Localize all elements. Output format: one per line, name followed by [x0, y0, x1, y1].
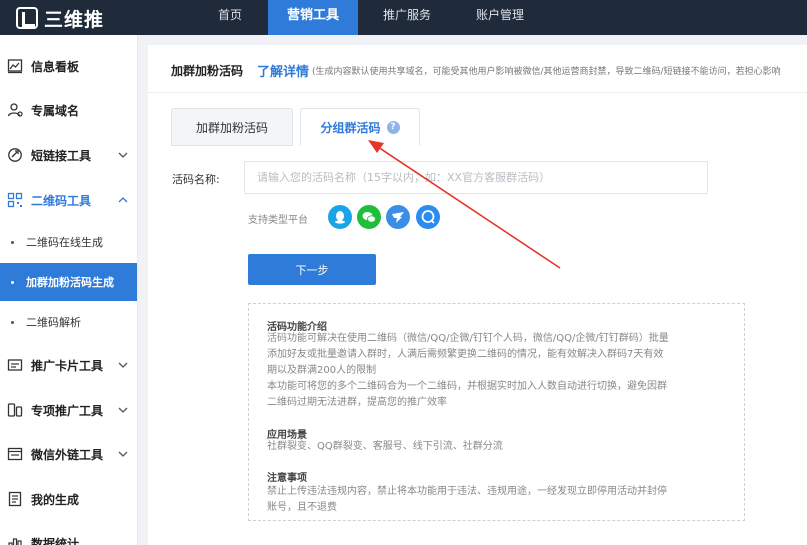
dashboard-icon	[7, 59, 23, 74]
chevron-down-icon	[118, 407, 128, 413]
main-panel: 加群加粉活码 了解详情 (生成内容默认使用共享域名，可能受其他用户影响被微信/其…	[148, 45, 807, 545]
intro-text: 活码功能可解决在使用二维码（微信/QQ/企微/钉钉个人码，微信/QQ/企微/钉钉…	[267, 333, 669, 344]
next-step-button[interactable]: 下一步	[248, 254, 376, 285]
sidebar-sub-live-code[interactable]: 加群加粉活码生成	[0, 263, 137, 301]
qrcode-icon	[7, 192, 23, 208]
sidebar-sub-label: 加群加粉活码生成	[26, 276, 114, 289]
sidebar-item-label: 短链接工具	[31, 148, 92, 163]
sidebar-item-label: 微信外链工具	[31, 447, 104, 462]
panel-header: 加群加粉活码 了解详情 (生成内容默认使用共享域名，可能受其他用户影响被微信/其…	[148, 45, 807, 93]
sidebar-item-label: 数据统计	[31, 536, 80, 545]
list-icon	[8, 491, 22, 507]
sidebar-item-wechat-link[interactable]: 微信外链工具	[0, 434, 137, 474]
notice-section-title: 注意事项	[267, 473, 307, 484]
nav-account[interactable]: 账户管理	[454, 0, 546, 35]
nav-marketing-tools[interactable]: 营销工具	[268, 0, 358, 35]
intro-text: 添加好友或批量邀请入群时，人满后需频繁更换二维码的情况，能有效解决入群码7天有效	[267, 349, 664, 360]
page-title: 加群加粉活码	[171, 64, 244, 78]
intro-text: 本功能可将您的多个二维码合为一个二维码，并根据实时加入人数自动进行切换，避免因群	[267, 381, 667, 392]
chevron-up-icon	[118, 197, 128, 203]
intro-box: 活码功能介绍 活码功能可解决在使用二维码（微信/QQ/企微/钉钉个人码，微信/Q…	[248, 303, 745, 521]
sidebar-sub-label: 二维码解析	[26, 316, 81, 329]
chart-icon	[8, 538, 22, 545]
wechat-icon	[357, 205, 381, 229]
sidebar-item-label: 推广卡片工具	[31, 358, 104, 373]
live-code-name-input[interactable]	[244, 161, 708, 194]
tab-group-live-code[interactable]: 分组群活码 ?	[300, 108, 420, 146]
card-icon	[7, 359, 23, 371]
user-icon	[7, 103, 23, 117]
enterprise-wechat-icon	[416, 205, 440, 229]
bullet-dot	[11, 240, 14, 244]
sidebar-item-dashboard[interactable]: 信息看板	[0, 46, 137, 86]
sidebar-item-label: 我的生成	[31, 492, 80, 507]
notice-text: 禁止上传违法违规内容，禁止将本功能用于违法、违规用途，一经发现立即停用活动并封停	[267, 486, 667, 497]
phone-icon	[7, 403, 23, 417]
tab-label: 分组群活码	[320, 120, 381, 135]
help-icon[interactable]: ?	[386, 120, 400, 134]
qq-icon	[328, 205, 352, 229]
sidebar-item-qrcode[interactable]: 二维码工具	[0, 180, 137, 220]
sidebar-item-label: 专属域名	[31, 103, 80, 118]
name-field-label: 活码名称:	[172, 173, 220, 186]
intro-text: 期以及群满200人的限制	[267, 365, 377, 376]
sidebar-sub-qrcode-online[interactable]: 二维码在线生成	[0, 223, 137, 261]
dingtalk-icon	[386, 205, 410, 229]
bullet-dot	[11, 280, 14, 284]
top-bar: 三维推 首页 营销工具 推广服务 账户管理	[0, 0, 807, 35]
wechat-link-icon	[7, 447, 23, 461]
sidebar-item-promo-card[interactable]: 推广卡片工具	[0, 345, 137, 385]
intro-text: 二维码过期无法进群，提高您的推广效率	[267, 397, 447, 408]
sidebar-item-my-generated[interactable]: 我的生成	[0, 479, 137, 519]
platform-label: 支持类型平台	[248, 215, 308, 226]
header-note: (生成内容默认使用共享域名，可能受其他用户影响被微信/其他运营商封禁，导致二维码…	[312, 67, 781, 77]
sidebar-sub-label: 二维码在线生成	[26, 236, 103, 249]
sidebar-item-statistics[interactable]: 数据统计	[0, 523, 137, 545]
notice-text: 账号，且不退费	[267, 502, 337, 513]
learn-more-link[interactable]: 了解详情	[257, 61, 309, 80]
sidebar-item-special-promo[interactable]: 专项推广工具	[0, 390, 137, 430]
brand-logo[interactable]: 三维推	[16, 5, 104, 31]
sidebar-item-label: 专项推广工具	[31, 403, 104, 418]
sidebar-item-domain[interactable]: 专属域名	[0, 90, 137, 130]
nav-home[interactable]: 首页	[193, 0, 267, 35]
sidebar-item-label: 信息看板	[31, 59, 80, 74]
tab-live-code[interactable]: 加群加粉活码	[171, 108, 293, 146]
link-icon	[8, 148, 22, 162]
nav-promotion-service[interactable]: 推广服务	[367, 0, 447, 35]
bullet-dot	[11, 320, 14, 324]
sidebar-item-short-link[interactable]: 短链接工具	[0, 135, 137, 175]
chevron-down-icon	[118, 152, 128, 158]
brand-name: 三维推	[44, 8, 105, 31]
logo-icon	[16, 7, 38, 29]
top-nav: 首页 营销工具 推广服务 账户管理	[193, 0, 546, 35]
sidebar-item-label: 二维码工具	[31, 193, 92, 208]
chevron-down-icon	[118, 362, 128, 368]
sidebar-sub-qrcode-decode[interactable]: 二维码解析	[0, 303, 137, 341]
tab-label: 加群加粉活码	[195, 120, 268, 135]
sidebar: 信息看板 专属域名 短链接工具 二维码工具 二维码在线生成 加群加粉活码生成 二…	[0, 35, 138, 545]
scenario-text: 社群裂变、QQ群裂变、客服号、线下引流、社群分流	[267, 441, 503, 452]
chevron-down-icon	[118, 451, 128, 457]
